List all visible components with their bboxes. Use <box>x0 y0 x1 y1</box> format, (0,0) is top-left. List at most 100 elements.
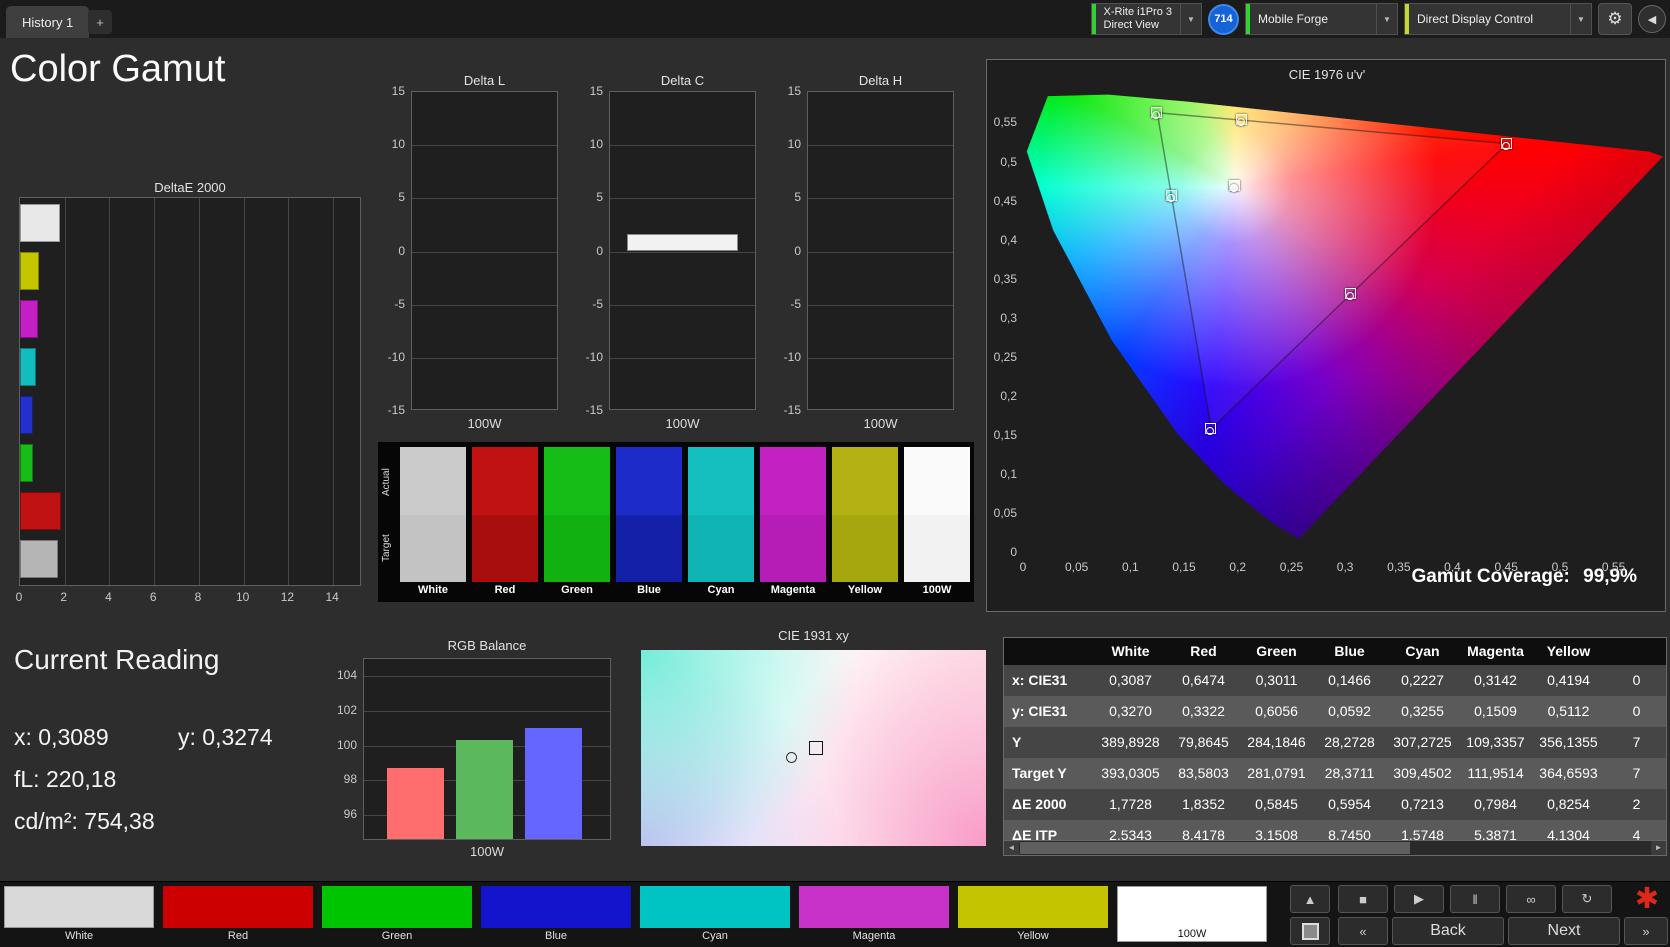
deltaL-tick-label: 10 <box>391 137 405 152</box>
pattern-button-yellow[interactable] <box>958 886 1108 928</box>
rgb-gridline <box>364 676 610 678</box>
table-cell: 0,0592 <box>1328 703 1371 719</box>
table-header-cell: Yellow <box>1546 643 1591 659</box>
cie76-measured-green <box>1152 110 1161 119</box>
meter-dropdown[interactable]: X-Rite i1Pro 3 Direct View ▼ <box>1090 3 1202 35</box>
pause-button[interactable]: ‖ <box>1450 885 1500 913</box>
pattern-button-magenta[interactable] <box>799 886 949 928</box>
deltae-gridline <box>288 198 290 585</box>
refresh-icon: ↻ <box>1581 891 1593 906</box>
deltaL-gridline <box>412 251 557 253</box>
pattern-button-cyan[interactable] <box>640 886 790 928</box>
table-cell: 28,2728 <box>1324 734 1375 750</box>
source-dropdown[interactable]: Mobile Forge ▼ <box>1245 3 1398 35</box>
next-button-label: Next <box>1547 922 1581 939</box>
table-cell: 309,4502 <box>1393 765 1452 781</box>
deltae-bar-white <box>20 204 60 242</box>
display-control-dropdown[interactable]: Direct Display Control ▼ <box>1404 3 1592 35</box>
pattern-button-red[interactable] <box>163 886 313 928</box>
rgb-balance-plot <box>363 658 611 840</box>
refresh-button[interactable]: ↻ <box>1562 885 1612 913</box>
reading-x: x: 0,3089 <box>14 724 109 750</box>
cie76-ytick-label: 0,2 <box>1000 388 1017 403</box>
table-header-cell <box>1605 638 1666 665</box>
pattern-window-button[interactable] <box>1290 917 1330 945</box>
results-table: White Red Green Blue Cyan Magenta Yellow x: CIE… <box>1003 637 1667 856</box>
chevron-down-icon[interactable]: ▼ <box>1376 4 1397 34</box>
table-scrollbar[interactable]: ◄ ► <box>1004 840 1666 855</box>
collapse-panel-button[interactable]: ◀ <box>1638 5 1666 33</box>
cie76-ytick-label: 0 <box>1010 545 1017 559</box>
stop-icon: ■ <box>1359 891 1367 907</box>
next-page-button[interactable]: » <box>1624 917 1668 945</box>
rgb-bar-red <box>387 768 444 839</box>
add-tab-button[interactable]: + <box>88 10 112 34</box>
settings-button[interactable]: ⚙ <box>1598 3 1632 35</box>
cie76-ytick-label: 0,45 <box>993 193 1017 208</box>
pattern-button-label-cyan: Cyan <box>702 930 728 942</box>
deltae-gridline <box>154 198 156 585</box>
prev-page-button[interactable]: « <box>1338 917 1388 945</box>
deltaL-chart: Delta L 100W 15 10 5 0 -5 -10 -15 <box>375 73 565 433</box>
swatch-label-yellow: Yellow <box>847 584 883 596</box>
table-scrollbar-thumb[interactable] <box>1020 842 1410 854</box>
play-button[interactable]: ▶ <box>1394 885 1444 913</box>
table-row: Y 389,8928 79,8645 284,1846 28,2728 307,2725 1… <box>1004 727 1666 758</box>
deltaC-bar <box>627 234 738 252</box>
deltae-tick-label: 12 <box>280 590 295 604</box>
next-button[interactable]: Next <box>1508 917 1620 945</box>
deltae-bar-yellow <box>20 252 39 290</box>
table-cell: 2 <box>1632 796 1641 812</box>
chevron-down-icon[interactable]: ▼ <box>1570 4 1591 34</box>
deltae-bar-magenta <box>20 300 38 338</box>
table-header-cell: Magenta <box>1467 643 1524 659</box>
pattern-button-white[interactable] <box>4 886 154 928</box>
rgb-ytick-label: 104 <box>336 668 357 683</box>
pattern-button-label-red: Red <box>227 930 249 942</box>
pattern-up-button[interactable]: ▲ <box>1290 885 1330 913</box>
swatch-label-white: White <box>418 584 448 596</box>
deltae-tick-label: 10 <box>235 590 250 604</box>
pattern-button-green[interactable] <box>322 886 472 928</box>
cie76-xtick-label: 0,3 <box>1336 560 1354 574</box>
table-header-cell: Blue <box>1334 643 1365 659</box>
deltaC-gridline <box>610 198 755 200</box>
table-cell: 0,6474 <box>1182 672 1225 688</box>
scroll-left-button[interactable]: ◄ <box>1004 841 1019 855</box>
table-header-cell: White <box>1111 643 1150 659</box>
swatch-label-blue: Blue <box>637 584 661 596</box>
rgb-ytick-label: 100 <box>336 737 357 752</box>
history-tab[interactable]: History 1 <box>6 6 90 38</box>
pattern-button-label-green: Green <box>381 930 413 942</box>
cie76-xtick-label: 0,1 <box>1122 560 1139 574</box>
swatch-target-white <box>400 515 466 582</box>
table-cell: 0,6056 <box>1255 703 1298 719</box>
topbar: History 1 + X-Rite i1Pro 3 Direct View ▼… <box>0 0 1670 38</box>
scroll-right-button[interactable]: ► <box>1651 841 1666 855</box>
back-button[interactable]: Back <box>1392 917 1504 945</box>
deltae-tick-label: 14 <box>325 590 339 604</box>
pattern-button-100w[interactable]: 100W <box>1117 886 1267 942</box>
cie76-measured-blue <box>1206 426 1215 435</box>
deltae-gridline <box>333 198 335 585</box>
pattern-button-blue[interactable] <box>481 886 631 928</box>
double-chevron-right-icon: » <box>1642 923 1650 939</box>
deltaC-xlabel: 100W <box>665 416 700 431</box>
cie76-xtick-label: 0,5 <box>1551 560 1569 574</box>
deltaC-tick-label: 0 <box>596 243 603 258</box>
swatch-target-cyan <box>688 515 754 582</box>
deltae2000-title: DeltaE 2000 <box>154 180 226 195</box>
deltae-tick-label: 4 <box>105 590 112 604</box>
table-cell: 0,2227 <box>1401 672 1444 688</box>
deltaH-xlabel: 100W <box>863 416 898 431</box>
loop-button[interactable]: ∞ <box>1506 885 1556 913</box>
table-cell: 0,3087 <box>1109 672 1152 688</box>
deltaH-chart: Delta H 100W 15 10 5 0 -5 -10 -15 <box>771 73 961 433</box>
cie76-ytick-label: 0,3 <box>1000 310 1017 325</box>
stop-button[interactable]: ■ <box>1338 885 1388 913</box>
deltae-bar-cyan <box>20 348 37 386</box>
table-cell: 0,5845 <box>1255 796 1298 812</box>
chevron-down-icon[interactable]: ▼ <box>1180 4 1201 34</box>
alert-asterisk-icon[interactable]: ✱ <box>1626 882 1668 915</box>
device-toolbar: X-Rite i1Pro 3 Direct View ▼ 714 Mobile … <box>1090 3 1666 35</box>
